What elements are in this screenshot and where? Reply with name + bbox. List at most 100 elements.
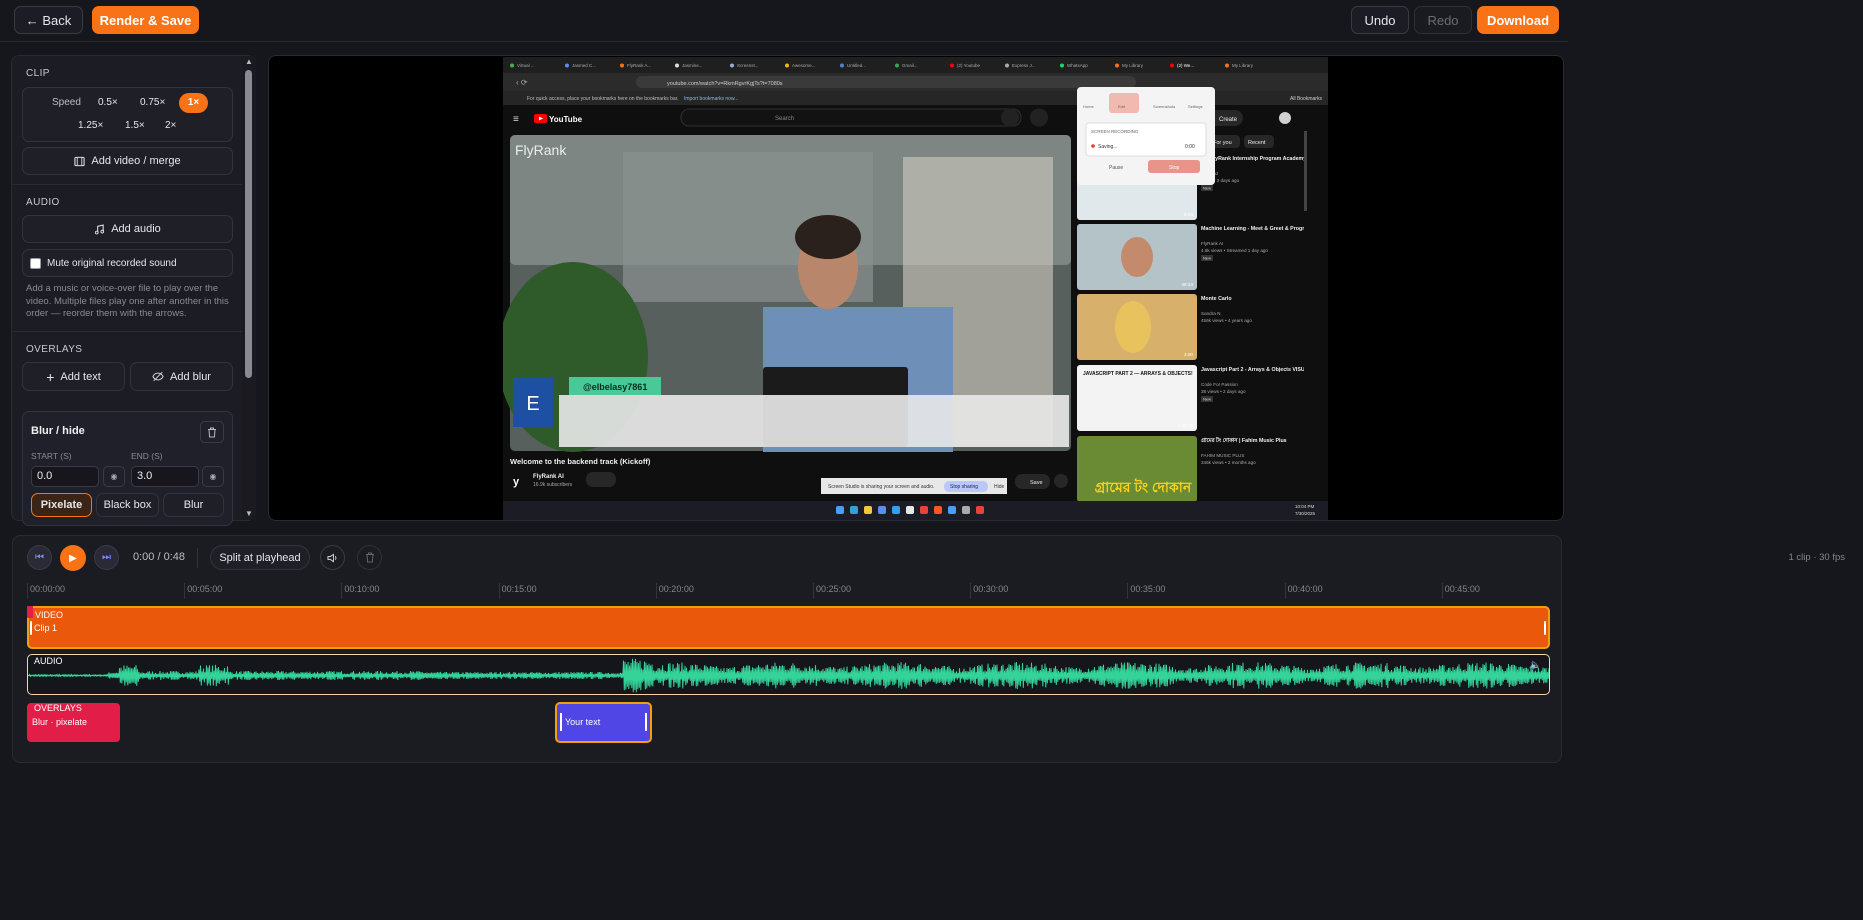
browser-tab: Gmail... [902, 63, 918, 68]
ruler-tick-label: 00:20:00 [658, 584, 694, 594]
audio-track-label-text: AUDIO [34, 656, 63, 666]
skip-back-button[interactable]: ⏮ [27, 545, 52, 570]
ruler-tick-line [655, 583, 657, 599]
browser-tab: Untitled... [847, 63, 866, 68]
handle-text: @elbelasy7861 [583, 382, 647, 392]
blur-overlay-label: Blur · pixelate [32, 717, 88, 727]
bengali-thumb-text: গ্রামের টং দোকান [1095, 478, 1192, 495]
taskbar-date: 7/30/2025 [1295, 511, 1316, 516]
add-text-button[interactable]: + Add text [22, 362, 125, 391]
speed-option-2[interactable]: 2× [165, 120, 176, 131]
track-speaker-icon[interactable]: 🔈 [1529, 660, 1541, 671]
all-bookmarks: All Bookmarks [1290, 96, 1322, 102]
add-blur-label: Add blur [170, 370, 211, 383]
javascript-thumb-text: JAVASCRIPT PART 2 — ARRAYS & OBJECTS! [1083, 371, 1193, 377]
mode-pixelate-button[interactable]: Pixelate [31, 493, 92, 517]
add-audio-button[interactable]: Add audio [22, 215, 233, 243]
taskbar-app-icon [920, 506, 928, 514]
new-badge: New [1203, 256, 1211, 261]
skip-back-icon: ⏮ [35, 552, 44, 563]
tab-favicon [675, 63, 679, 68]
youtube-create: Create [1219, 117, 1238, 123]
trash-icon [365, 552, 374, 563]
recorded-screen-frame: youtube.com/watch?v=RkmRgvrKgjTs?t=7080s… [503, 57, 1328, 520]
speed-option-0-75[interactable]: 0.75× [140, 97, 165, 108]
text-overlay-handle-right[interactable] [645, 713, 647, 731]
browser-tab: Express J... [1012, 63, 1036, 68]
scroll-down-icon[interactable]: ▼ [242, 508, 256, 520]
clip-section-header: CLIP [26, 68, 50, 79]
end-input[interactable]: 3.0 [131, 466, 199, 487]
text-overlay-label: Your text [565, 717, 601, 727]
clip-trim-handle-right[interactable] [1544, 621, 1546, 635]
taskbar-app-icon [878, 506, 886, 514]
add-video-merge-button[interactable]: Add video / merge [22, 147, 233, 175]
sidebar-video-channel: FlyRank AI [1201, 241, 1223, 246]
undo-button[interactable]: Undo [1351, 6, 1409, 34]
start-input[interactable]: 0.0 [31, 466, 99, 487]
play-button[interactable]: ▶ [60, 545, 86, 571]
browser-tab: FlyRank A... [627, 63, 651, 68]
overlays-track-label-text: OVERLAYS [34, 703, 82, 713]
video-clip[interactable] [27, 606, 1550, 649]
text-overlay-handle-left[interactable] [560, 713, 562, 731]
mode-black-box-button[interactable]: Black box [96, 493, 159, 517]
chip-recent: Recent [1248, 140, 1266, 146]
share-notice: Screen Studio is sharing your screen and… [828, 484, 934, 490]
end-label: END (S) [131, 451, 163, 461]
redo-button[interactable]: Redo [1414, 6, 1472, 34]
speed-option-0-5[interactable]: 0.5× [98, 97, 118, 108]
set-end-playhead-button[interactable]: ◉ [202, 466, 224, 487]
tab-favicon [730, 63, 734, 68]
delete-clip-button[interactable] [357, 545, 382, 570]
set-start-playhead-button[interactable]: ◉ [103, 466, 125, 487]
tab-favicon [1005, 63, 1009, 68]
mute-label: Mute original recorded sound [47, 258, 177, 269]
download-button[interactable]: Download [1477, 6, 1559, 34]
render-save-button[interactable]: Render & Save [92, 6, 199, 34]
new-badge: New [1203, 397, 1211, 402]
playhead-marker[interactable] [27, 606, 33, 618]
audio-track[interactable] [27, 654, 1550, 695]
start-label: START (S) [31, 451, 72, 461]
speed-option-1-selected[interactable]: 1× [179, 93, 208, 113]
skip-forward-button[interactable]: ⏭ [94, 545, 119, 570]
browser-url: youtube.com/watch?v=RkmRgvrKgjTs?t=7080s [667, 81, 783, 87]
add-text-label: Add text [60, 370, 101, 383]
clip-info: 1 clip · 30 fps [1788, 552, 1846, 563]
sidebar-video-title: গ্রামের টং দোকান | Fahim Music Plus [1201, 436, 1287, 444]
recording-time: 0:00 [1185, 144, 1195, 150]
sidebar-video-channel: FAHIM MUSIC PLUS [1201, 453, 1244, 458]
speed-option-1-25[interactable]: 1.25× [78, 120, 103, 131]
scroll-up-icon[interactable]: ▲ [242, 56, 256, 68]
scrollbar-thumb[interactable] [245, 70, 252, 378]
side-panel-scrollbar[interactable]: ▲ ▼ [242, 56, 256, 520]
hide-sharing: Hide [994, 484, 1005, 490]
taskbar-time: 10:04 PM [1295, 504, 1315, 509]
play-icon: ▶ [69, 552, 77, 564]
clip-trim-handle-left[interactable] [30, 621, 32, 635]
split-at-playhead-button[interactable]: Split at playhead [210, 545, 310, 570]
video-duration: 1:24:10 [1178, 423, 1194, 428]
speed-option-1-5[interactable]: 1.5× [125, 120, 145, 131]
ruler-tick-line [1284, 583, 1286, 599]
volume-button[interactable] [320, 545, 345, 570]
mute-checkbox[interactable] [30, 258, 41, 269]
chip-for-you: For you [1213, 140, 1232, 146]
sidebar-video-meta: 38 views • 2 days ago [1201, 389, 1246, 394]
bookmarks-hint: For quick access, place your bookmarks h… [527, 96, 678, 102]
toolbar-divider [197, 548, 198, 568]
delete-overlay-button[interactable] [200, 421, 224, 443]
video-watermark: FlyRank [515, 142, 567, 158]
bookmarks-link: Import bookmarks now... [684, 96, 738, 102]
ruler-tick-label: 00:05:00 [187, 584, 223, 594]
back-button[interactable]: ← Back [14, 6, 83, 34]
ruler-tick-label: 00:30:00 [973, 584, 1009, 594]
add-blur-button[interactable]: Add blur [130, 362, 233, 391]
ruler-tick-label: 00:45:00 [1444, 584, 1480, 594]
mode-blur-button[interactable]: Blur [163, 493, 224, 517]
ruler-tick-label: 00:35:00 [1130, 584, 1166, 594]
eye-off-icon [152, 371, 164, 382]
add-video-merge-label: Add video / merge [91, 155, 181, 167]
taskbar-app-icon [934, 506, 942, 514]
